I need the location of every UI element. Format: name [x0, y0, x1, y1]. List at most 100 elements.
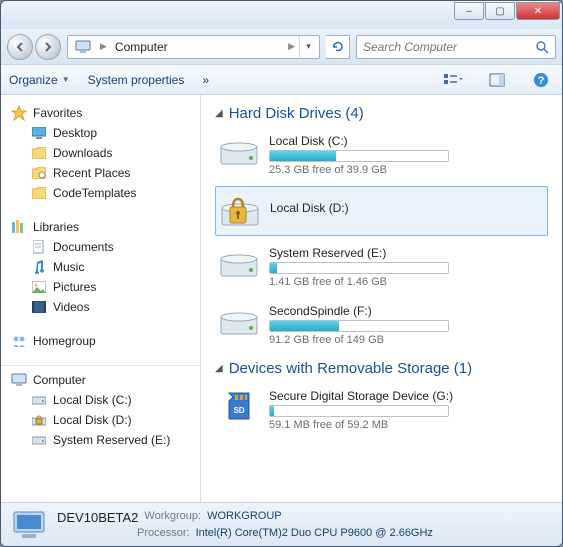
sidebar-item-system-e[interactable]: System Reserved (E:): [1, 430, 200, 450]
search-box[interactable]: [356, 35, 556, 59]
chevron-right-icon: ▶: [284, 41, 299, 52]
back-button[interactable]: [7, 34, 33, 60]
address-dropdown[interactable]: ▾: [299, 36, 317, 58]
sidebar-libraries-label: Libraries: [33, 220, 79, 234]
collapse-icon: ◢: [215, 363, 223, 374]
drive-local-d[interactable]: Local Disk (D:): [215, 186, 548, 236]
category-removable[interactable]: ◢ Devices with Removable Storage (1): [215, 360, 548, 377]
address-location: Computer: [111, 40, 284, 54]
sidebar-item-local-c[interactable]: Local Disk (C:): [1, 390, 200, 410]
computer-icon: [74, 38, 92, 56]
explorer-window: – ▢ ✕ ▶ Computer ▶ ▾: [0, 0, 563, 547]
sidebar-item-documents[interactable]: Documents: [1, 237, 200, 257]
sidebar-libraries-head[interactable]: Libraries: [1, 217, 200, 237]
computer-icon: [11, 507, 47, 543]
more-label: »: [202, 73, 209, 87]
status-processor: Intel(R) Core(TM)2 Duo CPU P9600 @ 2.66G…: [196, 527, 433, 539]
category-removable-title: Devices with Removable Storage (1): [229, 360, 472, 377]
sidebar-item-pictures[interactable]: Pictures: [1, 277, 200, 297]
content-pane: ◢ Hard Disk Drives (4) Local Disk (C:) 2…: [201, 95, 562, 502]
drive-usage-bar: [269, 405, 449, 417]
svg-text:?: ?: [538, 75, 545, 87]
drive-icon: [31, 432, 47, 448]
search-input[interactable]: [363, 40, 531, 54]
statusbar: DEV10BETA2 Workgroup: WORKGROUP Processo…: [1, 502, 562, 546]
homegroup-icon: [11, 333, 27, 349]
documents-icon: [31, 239, 47, 255]
chevron-down-icon: ▼: [62, 75, 70, 84]
navbar: ▶ Computer ▶ ▾: [1, 29, 562, 65]
drive-name: Local Disk (D:): [270, 201, 543, 215]
sidebar-item-recent[interactable]: Recent Places: [1, 163, 200, 183]
maximize-button[interactable]: ▢: [485, 2, 515, 20]
drive-usage-bar: [269, 150, 449, 162]
collapse-icon: ◢: [215, 108, 223, 119]
sidebar-homegroup-head[interactable]: Homegroup: [1, 331, 200, 351]
sidebar-favorites-label: Favorites: [33, 106, 82, 120]
drive-icon: [219, 134, 259, 170]
sidebar-computer-label: Computer: [33, 373, 86, 387]
sidebar-item-local-d[interactable]: Local Disk (D:): [1, 410, 200, 430]
help-button[interactable]: ?: [528, 69, 554, 91]
sidebar: Favorites Desktop Downloads Recent Place…: [1, 95, 201, 502]
sidebar-item-videos[interactable]: Videos: [1, 297, 200, 317]
pictures-icon: [31, 279, 47, 295]
drive-icon: [219, 304, 259, 340]
drive-name: Local Disk (C:): [269, 134, 544, 148]
folder-icon: [31, 145, 47, 161]
drive-name: Secure Digital Storage Device (G:): [269, 389, 544, 403]
sidebar-computer-head[interactable]: Computer: [1, 370, 200, 390]
sidebar-item-codetemplates[interactable]: CodeTemplates: [1, 183, 200, 203]
drive-free-text: 25.3 GB free of 39.9 GB: [269, 164, 544, 176]
view-mode-button[interactable]: [440, 69, 466, 91]
search-icon: [535, 40, 549, 54]
drive-sd-g[interactable]: SD Secure Digital Storage Device (G:) 59…: [215, 383, 548, 437]
system-properties-button[interactable]: System properties: [88, 73, 185, 87]
minimize-button[interactable]: –: [454, 2, 484, 20]
drive-usage-bar: [269, 262, 449, 274]
status-processor-label: Processor:: [137, 527, 190, 539]
toolbar: Organize ▼ System properties » ?: [1, 65, 562, 95]
drive-free-text: 59.1 MB free of 59.2 MB: [269, 419, 544, 431]
sidebar-favorites-head[interactable]: Favorites: [1, 103, 200, 123]
drive-name: SecondSpindle (F:): [269, 304, 544, 318]
desktop-icon: [31, 125, 47, 141]
address-bar[interactable]: ▶ Computer ▶ ▾: [67, 35, 320, 59]
category-hdd-title: Hard Disk Drives (4): [229, 105, 364, 122]
drive-secondspindle-f[interactable]: SecondSpindle (F:) 91.2 GB free of 149 G…: [215, 298, 548, 352]
drive-free-text: 91.2 GB free of 149 GB: [269, 334, 544, 346]
status-workgroup-label: Workgroup:: [144, 510, 201, 525]
drive-system-e[interactable]: System Reserved (E:) 1.41 GB free of 1.4…: [215, 240, 548, 294]
svg-text:SD: SD: [233, 406, 244, 415]
sidebar-homegroup-label: Homegroup: [33, 334, 96, 348]
status-computer-name: DEV10BETA2: [57, 510, 138, 525]
drive-local-c[interactable]: Local Disk (C:) 25.3 GB free of 39.9 GB: [215, 128, 548, 182]
sd-card-icon: SD: [219, 389, 259, 425]
status-workgroup: WORKGROUP: [207, 510, 282, 525]
videos-icon: [31, 299, 47, 315]
drive-icon: [31, 392, 47, 408]
forward-button[interactable]: [35, 34, 61, 60]
sidebar-item-desktop[interactable]: Desktop: [1, 123, 200, 143]
drive-locked-icon: [220, 193, 260, 229]
drive-icon: [219, 246, 259, 282]
star-icon: [11, 105, 27, 121]
chevron-right-icon: ▶: [96, 41, 111, 52]
preview-pane-button[interactable]: [484, 69, 510, 91]
recent-icon: [31, 165, 47, 181]
organize-menu[interactable]: Organize ▼: [9, 73, 70, 87]
sidebar-item-downloads[interactable]: Downloads: [1, 143, 200, 163]
refresh-button[interactable]: [326, 35, 350, 59]
folder-icon: [31, 185, 47, 201]
sidebar-item-music[interactable]: Music: [1, 257, 200, 277]
drive-name: System Reserved (E:): [269, 246, 544, 260]
close-button[interactable]: ✕: [516, 2, 560, 20]
sysprops-label: System properties: [88, 73, 185, 87]
computer-icon: [11, 372, 27, 388]
drive-free-text: 1.41 GB free of 1.46 GB: [269, 276, 544, 288]
libraries-icon: [11, 219, 27, 235]
drive-locked-icon: [31, 412, 47, 428]
organize-label: Organize: [9, 73, 58, 87]
toolbar-overflow[interactable]: »: [202, 73, 209, 87]
category-hdd[interactable]: ◢ Hard Disk Drives (4): [215, 105, 548, 122]
